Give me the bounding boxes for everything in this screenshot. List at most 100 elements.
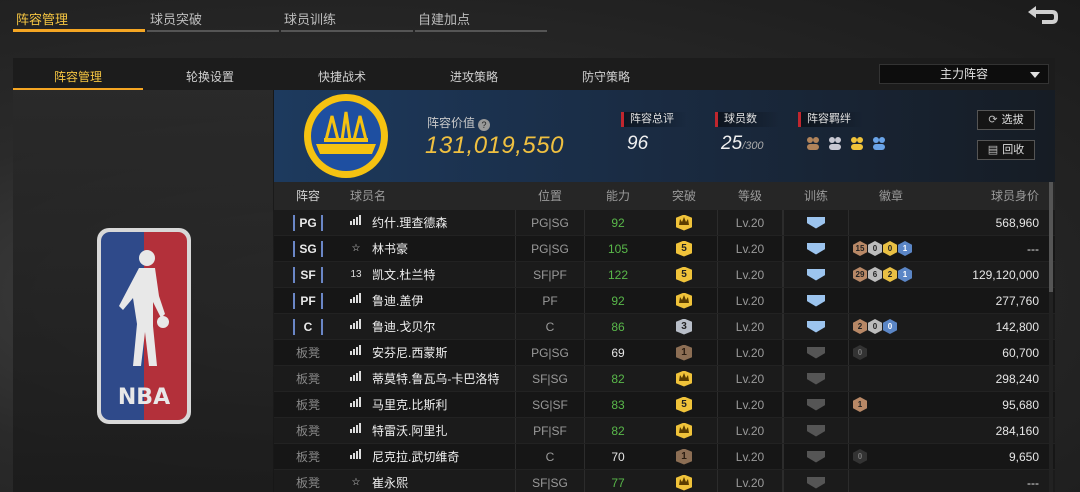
lineup-position[interactable]: 板凳 bbox=[274, 392, 342, 417]
badges-cell[interactable] bbox=[849, 418, 933, 443]
badges-cell[interactable]: 1 bbox=[849, 392, 933, 417]
training-cell[interactable] bbox=[783, 470, 849, 492]
table-row[interactable]: C 鲁迪.戈贝尔 C 86 3 Lv.20 200 142,800 bbox=[274, 314, 1055, 340]
badges-cell[interactable] bbox=[849, 470, 933, 492]
training-icon bbox=[807, 398, 825, 411]
breakthrough-cell[interactable]: 5 bbox=[651, 392, 717, 417]
bench-label: 板凳 bbox=[295, 346, 320, 360]
badges-cell[interactable]: 0 bbox=[849, 340, 933, 365]
player-name-cell[interactable]: 约什.理查德森 bbox=[342, 210, 515, 235]
chemistry-icons[interactable] bbox=[798, 135, 888, 151]
badges-cell[interactable] bbox=[849, 210, 933, 235]
position-tag: PG bbox=[293, 215, 323, 231]
lineup-position[interactable]: 板凳 bbox=[274, 444, 342, 469]
player-name: 林书豪 bbox=[372, 241, 409, 256]
player-level: Lv.20 bbox=[717, 392, 783, 417]
breakthrough-cell[interactable]: 5 bbox=[651, 262, 717, 287]
back-arrow-icon[interactable] bbox=[1022, 4, 1062, 26]
sub-tab-offense[interactable]: 进攻策略 bbox=[409, 58, 539, 90]
lineup-position[interactable]: 板凳 bbox=[274, 418, 342, 443]
breakthrough-cell[interactable] bbox=[651, 470, 717, 492]
breakthrough-cell[interactable] bbox=[651, 288, 717, 313]
badges-cell[interactable] bbox=[849, 288, 933, 313]
breakthrough-cell[interactable] bbox=[651, 210, 717, 235]
sub-tab-lineup[interactable]: 阵容管理 bbox=[13, 58, 143, 90]
player-name-cell[interactable]: 安芬尼.西蒙斯 bbox=[342, 340, 515, 365]
player-name-cell[interactable]: ☆ 林书豪 bbox=[342, 236, 515, 261]
training-cell[interactable] bbox=[783, 288, 849, 313]
table-row[interactable]: SG ☆ 林书豪 PG|SG 105 5 Lv.20 15 0 0 1 --- bbox=[274, 236, 1055, 262]
chemistry-label: 阵容羁绊 bbox=[798, 112, 864, 127]
lineup-dropdown[interactable]: 主力阵容 bbox=[879, 64, 1049, 84]
breakthrough-cell[interactable]: 1 bbox=[651, 340, 717, 365]
badge-count-icon: 1 bbox=[898, 267, 912, 282]
player-name-cell[interactable]: 鲁迪.戈贝尔 bbox=[342, 314, 515, 339]
training-cell[interactable] bbox=[783, 236, 849, 261]
recycle-button[interactable]: ▤ 回收 bbox=[977, 140, 1035, 160]
badges-cell[interactable]: 0 bbox=[849, 444, 933, 469]
table-row[interactable]: PF 鲁迪.盖伊 PF 92 Lv.20 277,760 bbox=[274, 288, 1055, 314]
player-slot: C bbox=[515, 314, 585, 339]
player-count-stat: 球员数 25/300 bbox=[715, 112, 781, 155]
player-name-cell[interactable]: 蒂莫特.鲁瓦乌-卡巴洛特 bbox=[342, 366, 515, 391]
player-name-cell[interactable]: 13 凯文.杜兰特 bbox=[342, 262, 515, 287]
player-level: Lv.20 bbox=[717, 444, 783, 469]
top-tab-lineup[interactable]: 阵容管理 bbox=[13, 0, 145, 32]
table-scrollbar[interactable] bbox=[1049, 182, 1053, 492]
breakthrough-cell[interactable] bbox=[651, 366, 717, 391]
lineup-position[interactable]: C bbox=[274, 314, 342, 339]
table-row[interactable]: 板凳 马里克.比斯利 SG|SF 83 5 Lv.20 1 95,680 bbox=[274, 392, 1055, 418]
player-name-cell[interactable]: 马里克.比斯利 bbox=[342, 392, 515, 417]
help-icon[interactable]: ? bbox=[478, 119, 491, 131]
breakthrough-cell[interactable]: 1 bbox=[651, 444, 717, 469]
breakthrough-badge-icon: 1 bbox=[676, 344, 692, 361]
breakthrough-cell[interactable] bbox=[651, 418, 717, 443]
badges-cell[interactable]: 29 6 2 1 bbox=[849, 262, 933, 287]
sub-tab-rotation[interactable]: 轮换设置 bbox=[145, 58, 275, 90]
table-row[interactable]: PG 约什.理查德森 PG|SG 92 Lv.20 568,960 bbox=[274, 210, 1055, 236]
lineup-position[interactable]: SG bbox=[274, 236, 342, 261]
lineup-position[interactable]: 板凳 bbox=[274, 366, 342, 391]
lineup-position[interactable]: SF bbox=[274, 262, 342, 287]
table-row[interactable]: 板凳 ☆ 崔永熙 SF|SG 77 Lv.20 --- bbox=[274, 470, 1055, 492]
table-row[interactable]: 板凳 安芬尼.西蒙斯 PG|SG 69 1 Lv.20 0 60,700 bbox=[274, 340, 1055, 366]
jersey-number: 13 bbox=[350, 268, 362, 280]
table-row[interactable]: 板凳 蒂莫特.鲁瓦乌-卡巴洛特 SF|SG 82 Lv.20 298,240 bbox=[274, 366, 1055, 392]
top-tab-breakthrough[interactable]: 球员突破 bbox=[147, 0, 279, 32]
player-name-cell[interactable]: 特雷沃.阿里扎 bbox=[342, 418, 515, 443]
select-button[interactable]: ⟳ 选拔 bbox=[977, 110, 1035, 130]
lineup-position[interactable]: 板凳 bbox=[274, 470, 342, 492]
lineup-value-label: 阵容价值? bbox=[427, 114, 491, 131]
training-cell[interactable] bbox=[783, 340, 849, 365]
training-cell[interactable] bbox=[783, 262, 849, 287]
lineup-position[interactable]: PF bbox=[274, 288, 342, 313]
player-name-cell[interactable]: 鲁迪.盖伊 bbox=[342, 288, 515, 313]
training-icon bbox=[807, 450, 825, 463]
signal-bars-icon bbox=[348, 366, 364, 392]
sub-tab-defense[interactable]: 防守策略 bbox=[541, 58, 671, 90]
training-cell[interactable] bbox=[783, 392, 849, 417]
chemistry-bronze-icon bbox=[804, 135, 822, 151]
top-tab-training[interactable]: 球员训练 bbox=[281, 0, 413, 32]
training-cell[interactable] bbox=[783, 418, 849, 443]
lineup-position[interactable]: 板凳 bbox=[274, 340, 342, 365]
breakthrough-cell[interactable]: 5 bbox=[651, 236, 717, 261]
sub-tab-quick-tactics[interactable]: 快捷战术 bbox=[277, 58, 407, 90]
table-row[interactable]: 板凳 特雷沃.阿里扎 PF|SF 82 Lv.20 284,160 bbox=[274, 418, 1055, 444]
table-row[interactable]: 板凳 尼克拉.武切维奇 C 70 1 Lv.20 0 9,650 bbox=[274, 444, 1055, 470]
training-cell[interactable] bbox=[783, 314, 849, 339]
top-tab-custom-points[interactable]: 自建加点 bbox=[415, 0, 547, 32]
breakthrough-badge-icon: 5 bbox=[676, 266, 692, 283]
training-cell[interactable] bbox=[783, 210, 849, 235]
breakthrough-cell[interactable]: 3 bbox=[651, 314, 717, 339]
badges-cell[interactable]: 200 bbox=[849, 314, 933, 339]
player-name-cell[interactable]: 尼克拉.武切维奇 bbox=[342, 444, 515, 469]
training-cell[interactable] bbox=[783, 366, 849, 391]
player-count-max: /300 bbox=[742, 140, 764, 152]
table-row[interactable]: SF 13 凯文.杜兰特 SF|PF 122 5 Lv.20 29 6 2 1 129… bbox=[274, 262, 1055, 288]
badges-cell[interactable] bbox=[849, 366, 933, 391]
lineup-position[interactable]: PG bbox=[274, 210, 342, 235]
badges-cell[interactable]: 15 0 0 1 bbox=[849, 236, 933, 261]
player-name-cell[interactable]: ☆ 崔永熙 bbox=[342, 470, 515, 492]
training-cell[interactable] bbox=[783, 444, 849, 469]
